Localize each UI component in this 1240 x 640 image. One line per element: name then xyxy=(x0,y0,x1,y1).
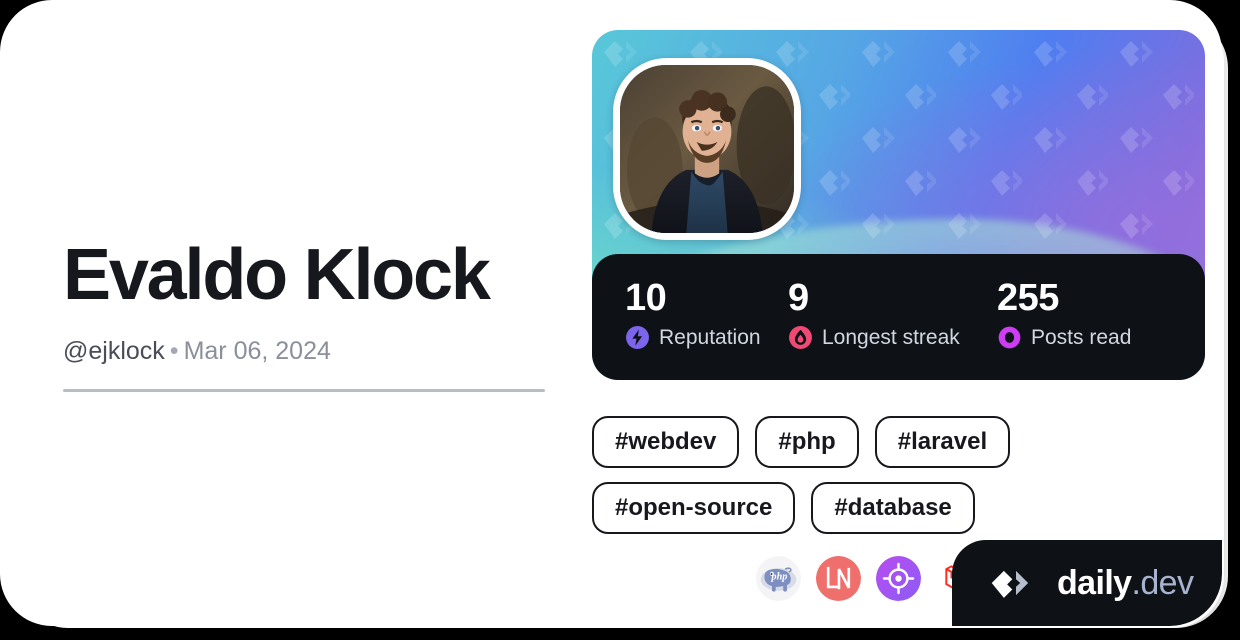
stats-values-row: 10 9 255 xyxy=(625,276,1172,320)
daily-dev-logo-icon xyxy=(991,570,1029,598)
brand-wordmark: daily.dev xyxy=(1057,564,1194,602)
tag-webdev[interactable]: #webdev xyxy=(592,416,740,468)
stat-value-posts-read: 255 xyxy=(997,277,1059,319)
avatar xyxy=(613,58,801,240)
page-title: Evaldo Klock xyxy=(63,235,491,315)
posts-read-ring-icon xyxy=(998,326,1021,349)
daily-dev-brand-chip: daily.dev xyxy=(952,540,1222,626)
brand-name: daily xyxy=(1057,564,1132,602)
avatar-image xyxy=(620,65,794,233)
profile-joined-date: Mar 06, 2024 xyxy=(183,337,331,365)
stats-labels-row: Reputation Longest streak Posts read xyxy=(625,325,1172,350)
tag-database[interactable]: #database xyxy=(811,482,975,534)
streak-flame-icon xyxy=(789,326,812,349)
devcard: Evaldo Klock @ejklock • Mar 06, 2024 10 … xyxy=(0,0,1222,626)
laravel-news-icon[interactable] xyxy=(816,556,861,601)
stat-label-posts-read: Posts read xyxy=(1031,326,1132,349)
tag-list: #webdev #php #laravel #open-source #data… xyxy=(592,416,1205,534)
php-icon[interactable]: php xyxy=(756,556,801,601)
tag-open-source[interactable]: #open-source xyxy=(592,482,796,534)
brand-tld: .dev xyxy=(1131,564,1194,602)
profile-meta: @ejklock • Mar 06, 2024 xyxy=(63,336,563,366)
meta-separator: • xyxy=(169,337,179,365)
stats-bar: 10 9 255 Reputation Longest streak Posts… xyxy=(592,254,1205,380)
svg-text:php: php xyxy=(770,571,787,582)
stat-longest-streak: Longest streak xyxy=(788,325,997,350)
tag-laravel[interactable]: #laravel xyxy=(874,416,1011,468)
stat-posts-read: Posts read xyxy=(997,325,1131,350)
devcard-right-column: 10 9 255 Reputation Longest streak Posts… xyxy=(592,30,1205,601)
reputation-bolt-icon xyxy=(626,326,649,349)
stat-label-reputation: Reputation xyxy=(659,326,761,349)
stat-reputation: Reputation xyxy=(625,325,788,350)
profile-handle: @ejklock xyxy=(63,337,165,365)
tag-php[interactable]: #php xyxy=(755,416,859,468)
stat-label-longest-streak: Longest streak xyxy=(822,326,960,349)
stat-value-reputation: 10 xyxy=(625,277,667,319)
target-icon[interactable] xyxy=(876,556,921,601)
section-divider xyxy=(63,389,545,392)
screenshot-stage: Evaldo Klock @ejklock • Mar 06, 2024 10 … xyxy=(0,0,1240,640)
profile-identity-block: Evaldo Klock @ejklock • Mar 06, 2024 xyxy=(63,236,563,366)
stat-value-longest-streak: 9 xyxy=(788,277,809,319)
